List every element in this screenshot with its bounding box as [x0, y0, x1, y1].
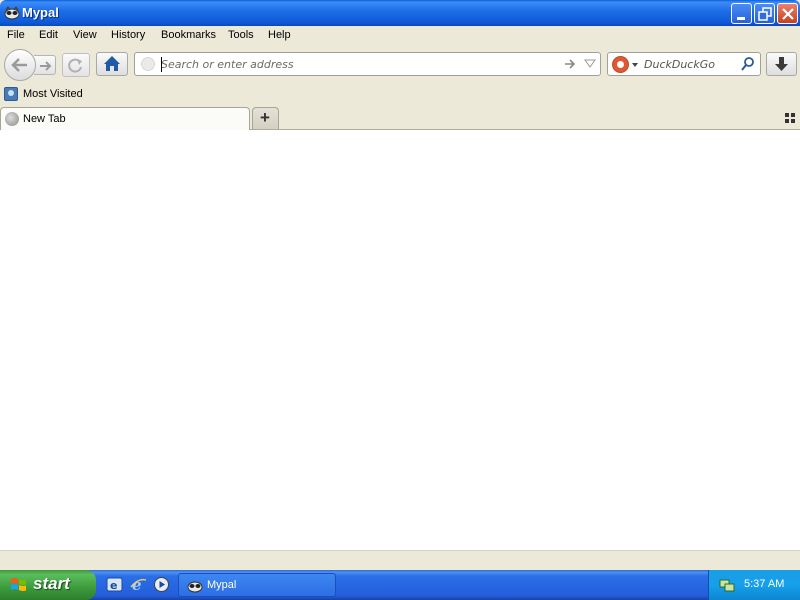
search-icon[interactable] [740, 56, 756, 72]
download-icon [775, 57, 788, 71]
mypal-quicklaunch-icon[interactable]: e [106, 576, 123, 593]
page-content[interactable] [0, 130, 800, 550]
minimize-button[interactable] [731, 3, 752, 24]
taskbar-item-mypal[interactable]: Mypal [178, 573, 336, 597]
engine-dropdown-icon[interactable] [632, 63, 638, 67]
globe-icon [5, 112, 19, 126]
reload-button[interactable] [62, 53, 90, 77]
tab-strip: New Tab + [0, 106, 800, 131]
close-button[interactable] [777, 3, 798, 24]
downloads-button[interactable] [766, 52, 797, 76]
window-title: Mypal [22, 5, 59, 20]
taskbar: start e e Mypal 5:37 AM [0, 570, 800, 600]
start-label: start [33, 574, 70, 593]
bookmarks-toolbar: Most Visited [0, 84, 800, 106]
menu-view[interactable]: View [73, 29, 97, 41]
reload-icon [68, 58, 82, 73]
new-tab-button[interactable]: + [252, 107, 279, 129]
search-bar[interactable]: DuckDuckGo [607, 52, 761, 76]
network-icon[interactable] [719, 577, 735, 593]
forward-button[interactable] [34, 55, 56, 75]
taskbar-item-label: Mypal [207, 579, 237, 591]
status-bar [0, 550, 800, 570]
back-button[interactable] [4, 49, 36, 81]
menu-help[interactable]: Help [268, 29, 291, 41]
minimize-icon [737, 17, 745, 20]
title-bar[interactable]: Mypal [0, 0, 800, 26]
back-icon [11, 58, 27, 72]
mypal-app-icon [187, 581, 203, 593]
list-all-tabs-icon[interactable] [785, 113, 795, 123]
restore-icon [758, 7, 772, 21]
menu-file[interactable]: File [7, 29, 25, 41]
menu-edit[interactable]: Edit [39, 29, 58, 41]
site-identity-icon [141, 57, 155, 71]
plus-icon: + [260, 108, 270, 127]
navigation-toolbar: DuckDuckGo [0, 46, 800, 84]
restore-button[interactable] [754, 3, 775, 24]
system-tray: 5:37 AM [708, 570, 800, 600]
clock[interactable]: 5:37 AM [744, 578, 784, 590]
address-bar[interactable] [134, 52, 601, 76]
media-player-icon[interactable] [153, 576, 170, 593]
bookmark-label: Most Visited [23, 88, 83, 100]
menu-bar: File Edit View History Bookmarks Tools H… [0, 26, 800, 46]
duckduckgo-engine-icon[interactable] [612, 56, 629, 73]
search-placeholder[interactable]: DuckDuckGo [644, 58, 715, 71]
menu-history[interactable]: History [111, 29, 145, 41]
menu-tools[interactable]: Tools [228, 29, 254, 41]
internet-explorer-icon[interactable]: e [130, 576, 147, 593]
tab-new-tab[interactable]: New Tab [0, 107, 250, 131]
mypal-app-icon [4, 6, 20, 20]
svg-text:e: e [110, 579, 117, 592]
text-caret [161, 57, 162, 72]
windows-logo-icon [11, 578, 26, 591]
menu-bookmarks[interactable]: Bookmarks [161, 29, 216, 41]
start-button[interactable]: start [0, 570, 96, 600]
close-icon [782, 8, 794, 20]
url-input[interactable] [161, 56, 551, 72]
go-arrow-icon[interactable] [563, 57, 577, 71]
history-dropdown-icon[interactable] [584, 58, 596, 68]
forward-icon [40, 61, 52, 71]
home-icon [104, 56, 120, 71]
tab-label: New Tab [23, 113, 66, 125]
home-button[interactable] [96, 52, 128, 76]
most-visited-icon [4, 87, 18, 101]
